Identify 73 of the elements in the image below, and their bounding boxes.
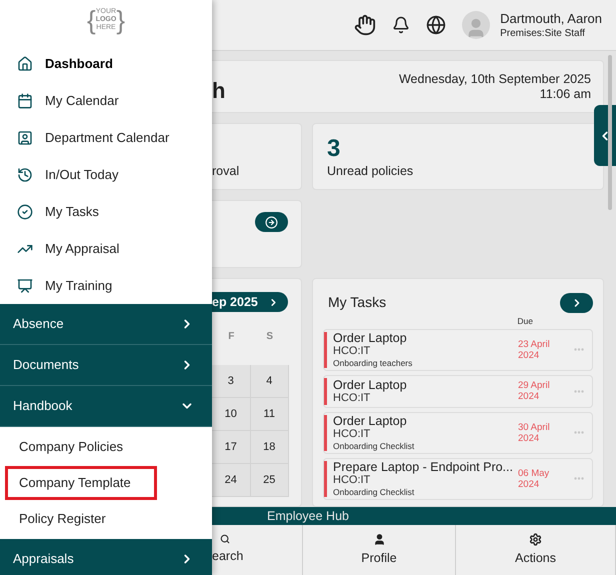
task-title: Order Laptop xyxy=(333,414,408,428)
contact-card-icon xyxy=(17,130,33,146)
calendar-day[interactable]: 17 xyxy=(212,431,250,464)
settings-icon xyxy=(529,532,542,546)
menu-group[interactable]: Documents xyxy=(0,345,212,386)
task-subtitle: Onboarding Checklist xyxy=(333,486,416,498)
menu-item[interactable]: Dashboard xyxy=(0,45,212,82)
due-date: 30 April 2024 xyxy=(518,422,551,444)
globe-icon[interactable] xyxy=(426,15,446,35)
menu-item[interactable]: Department Calendar xyxy=(0,119,212,156)
footer-title: Employee Hub xyxy=(267,508,349,525)
hand-icon[interactable] xyxy=(354,14,376,36)
user-name: Dartmouth, Aaron xyxy=(500,10,602,26)
task-group: HCO:IT xyxy=(333,474,518,487)
task-group: HCO:IT xyxy=(333,344,518,358)
page-title: h xyxy=(212,77,226,105)
month-selector[interactable]: ep 2025 xyxy=(212,292,288,312)
task-card[interactable]: Order Laptop HCO:IT 29 April 2024 xyxy=(323,374,593,408)
stat-label: roval xyxy=(212,163,240,179)
submenu-item[interactable]: Company Policies xyxy=(5,430,138,464)
task-title: Prepare Laptop - Endpoint Pro... xyxy=(333,460,514,474)
task-subtitle: Onboarding Checklist xyxy=(333,440,416,452)
user-role: Premises:Site Staff xyxy=(500,26,586,40)
submenu-item[interactable]: Company Template xyxy=(5,466,157,500)
menu-item[interactable]: My Training xyxy=(0,267,212,304)
calendar-day[interactable]: 11 xyxy=(250,398,289,431)
task-title: Order Laptop xyxy=(333,330,408,345)
task-card[interactable]: Order Laptop HCO:IT Onboarding Checklist 30 April 2024 xyxy=(323,412,593,454)
nav-tab[interactable]: Profile xyxy=(303,525,456,575)
task-card[interactable]: Order Laptop HCO:IT Onboarding teachers 23 April 2024 xyxy=(323,328,593,371)
arrow-circle-icon xyxy=(265,216,278,228)
calendar-day[interactable]: 24 xyxy=(212,464,250,497)
menu-item[interactable]: My Tasks xyxy=(0,193,212,230)
weekday-label: S xyxy=(265,330,274,344)
calendar-day[interactable]: 3 xyxy=(212,365,250,398)
menu-item[interactable]: My Appraisal xyxy=(0,230,212,267)
clock-icon xyxy=(17,166,33,182)
due-date: 23 April 2024 xyxy=(518,338,551,361)
calendar-day[interactable]: 4 xyxy=(250,365,289,398)
bell-icon[interactable] xyxy=(392,16,410,34)
nav-tab[interactable]: Actions xyxy=(456,525,616,575)
menu-group[interactable]: Handbook xyxy=(0,386,212,427)
person-icon xyxy=(372,532,386,546)
search-icon xyxy=(220,534,230,544)
stat-label: Unread policies xyxy=(327,163,414,179)
task-group: HCO:IT xyxy=(333,392,518,405)
home-icon xyxy=(17,56,33,72)
tasks-title: My Tasks xyxy=(328,293,386,312)
due-heading: Due xyxy=(517,315,533,328)
weekday-label: F xyxy=(227,330,236,344)
calendar-day[interactable]: 18 xyxy=(250,431,289,464)
go-button[interactable] xyxy=(255,212,288,232)
due-date: 06 May 2024 xyxy=(518,468,550,490)
date-text: Wednesday, 10th September 2025 xyxy=(398,72,591,86)
presentation-icon xyxy=(17,278,33,294)
task-title: Order Laptop xyxy=(333,378,408,392)
calendar-day[interactable]: 25 xyxy=(250,464,289,497)
submenu-item[interactable]: Policy Register xyxy=(5,502,120,536)
menu-item[interactable]: In/Out Today xyxy=(0,156,212,193)
menu-group[interactable]: Appraisals xyxy=(0,539,212,575)
menu-group[interactable]: Absence xyxy=(0,304,212,345)
check-circle-icon xyxy=(17,204,33,220)
task-card[interactable]: Prepare Laptop - Endpoint Pro... HCO:IT Onboarding Checklist 06 May 2024 xyxy=(323,458,593,500)
calendar-day[interactable]: 10 xyxy=(212,398,250,431)
task-group: HCO:IT xyxy=(333,428,518,441)
calendar-icon xyxy=(17,92,33,108)
task-subtitle: Onboarding teachers xyxy=(333,358,414,369)
view-tasks-button[interactable] xyxy=(560,292,593,312)
menu-item[interactable]: My Calendar xyxy=(0,82,212,119)
stat-value: 3 xyxy=(327,135,342,163)
time-text: 11:06 am xyxy=(540,86,591,102)
due-date: 29 April 2024 xyxy=(518,380,551,402)
nav-tab[interactable]: earch xyxy=(212,525,303,575)
